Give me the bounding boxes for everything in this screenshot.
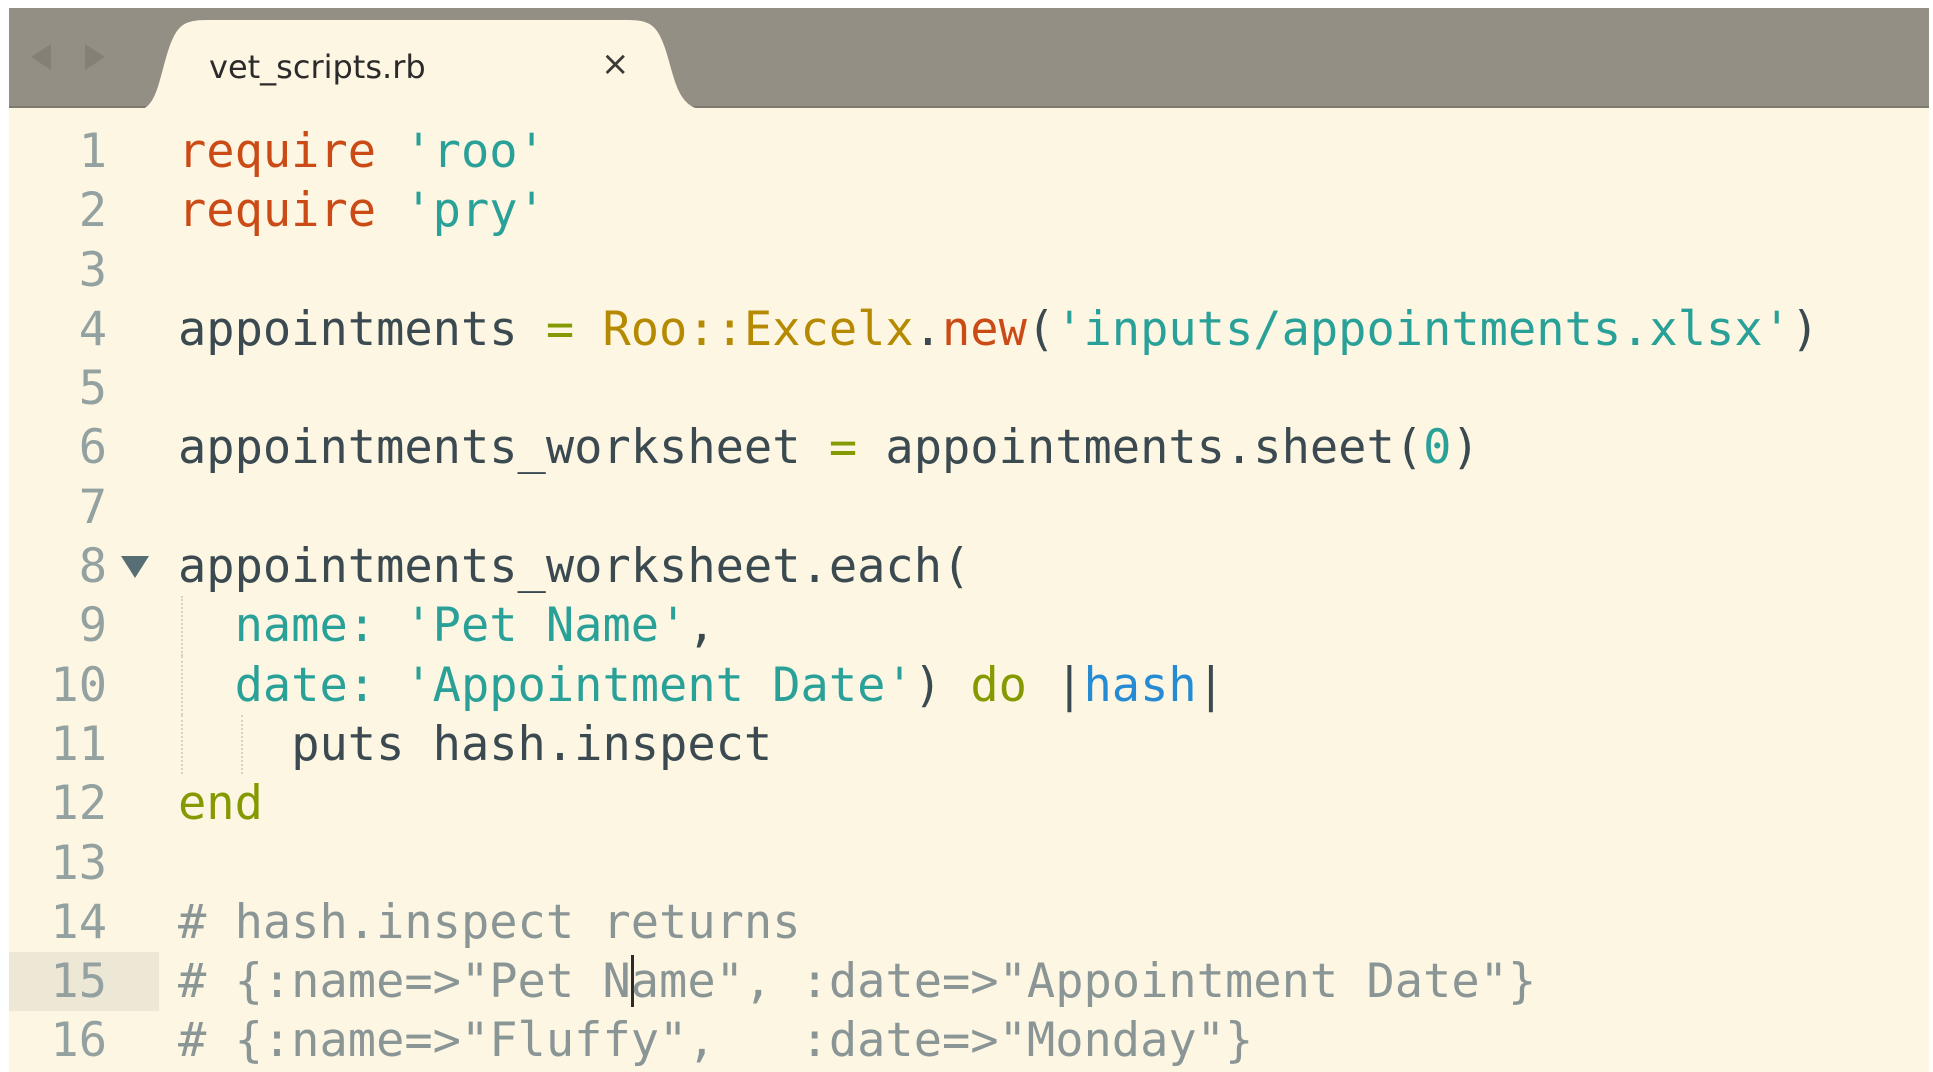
line-number: 14: [50, 894, 107, 950]
line-number: 12: [50, 776, 107, 832]
gutter: 15: [9, 952, 159, 1012]
keyword-token: require: [178, 124, 377, 179]
code-line: 5: [9, 359, 1929, 418]
gutter: 4: [9, 300, 159, 359]
close-icon[interactable]: ×: [601, 44, 630, 84]
tab-title: vet_scripts.rb: [209, 48, 426, 86]
editor-window: vet_scripts.rb × 1 require 'roo' 2 requi…: [9, 8, 1929, 1072]
gutter: 2: [9, 181, 159, 240]
code-line: 7: [9, 478, 1929, 537]
fold-arrow-icon[interactable]: [121, 556, 149, 579]
gutter: 8: [9, 537, 159, 596]
string-token: 'roo': [404, 124, 546, 179]
line-number: 13: [50, 835, 107, 891]
gutter: 12: [9, 774, 159, 833]
code-line: 2 require 'pry': [9, 181, 1929, 240]
gutter: 5: [9, 359, 159, 418]
gutter: 10: [9, 656, 159, 715]
line-number: 6: [78, 420, 107, 476]
back-arrow-icon[interactable]: [31, 44, 51, 70]
line-number: 15: [50, 954, 107, 1010]
gutter: 16: [9, 1011, 159, 1070]
code-line: 13: [9, 834, 1929, 893]
code-line: 6 appointments_worksheet = appointments.…: [9, 418, 1929, 477]
keyword-token: require: [178, 183, 377, 239]
gutter: 11: [9, 715, 159, 774]
line-number: 3: [78, 242, 107, 298]
code-text: # {:name=>"Fluffy", :date=>"Monday"}: [178, 1013, 1254, 1069]
line-number: 11: [50, 716, 107, 772]
code-text: require 'pry': [178, 183, 546, 239]
code-line: 1 require 'roo': [9, 122, 1929, 181]
gutter: 6: [9, 418, 159, 477]
code-line: 8 appointments_worksheet.each(: [9, 537, 1929, 596]
tab-vet-scripts[interactable]: vet_scripts.rb ×: [137, 18, 707, 110]
code-text: end: [178, 776, 263, 832]
line-number: 5: [78, 361, 107, 417]
code-text: appointments_worksheet.each(: [178, 539, 971, 595]
gutter: 1: [9, 122, 159, 181]
gutter: 3: [9, 241, 159, 300]
code-text: require 'roo': [178, 124, 546, 180]
code-text: date: 'Appointment Date') do |hash|: [234, 657, 1225, 713]
code-line: 14 # hash.inspect returns: [9, 893, 1929, 952]
code-text: appointments = Roo::Excelx.new('inputs/a…: [178, 301, 1820, 357]
code-line: 16 # {:name=>"Fluffy", :date=>"Monday"}: [9, 1011, 1929, 1070]
code-text: # hash.inspect returns: [178, 894, 801, 950]
forward-arrow-icon[interactable]: [85, 44, 105, 70]
string-token: 'pry': [404, 183, 546, 239]
gutter: 13: [9, 834, 159, 893]
gutter: 7: [9, 478, 159, 537]
line-number: 4: [78, 301, 107, 357]
line-number: 2: [78, 183, 107, 239]
code-line: 10 date: 'Appointment Date') do |hash|: [9, 655, 1929, 715]
gutter: 14: [9, 893, 159, 952]
code-text: puts hash.inspect: [291, 716, 773, 772]
code-text: name: 'Pet Name',: [234, 598, 716, 654]
line-number: 16: [50, 1013, 107, 1069]
line-number: 8: [78, 539, 107, 595]
code-editor[interactable]: 1 require 'roo' 2 require 'pry' 3 4 appo…: [9, 122, 1929, 1071]
code-line: 11 puts hash.inspect: [9, 714, 1929, 775]
tab-bar: vet_scripts.rb ×: [9, 8, 1929, 110]
code-line: 4 appointments = Roo::Excelx.new('inputs…: [9, 300, 1929, 359]
gutter: 9: [9, 596, 159, 655]
code-line: 12 end: [9, 774, 1929, 833]
line-number: 1: [78, 124, 107, 179]
code-text: # {:name=>"Pet Name", :date=>"Appointmen…: [178, 954, 1537, 1010]
code-line: 3: [9, 241, 1929, 300]
code-text: appointments_worksheet = appointments.sh…: [178, 420, 1480, 476]
code-line: 9 name: 'Pet Name',: [9, 596, 1929, 656]
line-number: 9: [78, 598, 107, 654]
code-line-current: 15 # {:name=>"Pet Name", :date=>"Appoint…: [9, 952, 1929, 1012]
line-number: 7: [78, 479, 107, 535]
line-number: 10: [50, 657, 107, 713]
